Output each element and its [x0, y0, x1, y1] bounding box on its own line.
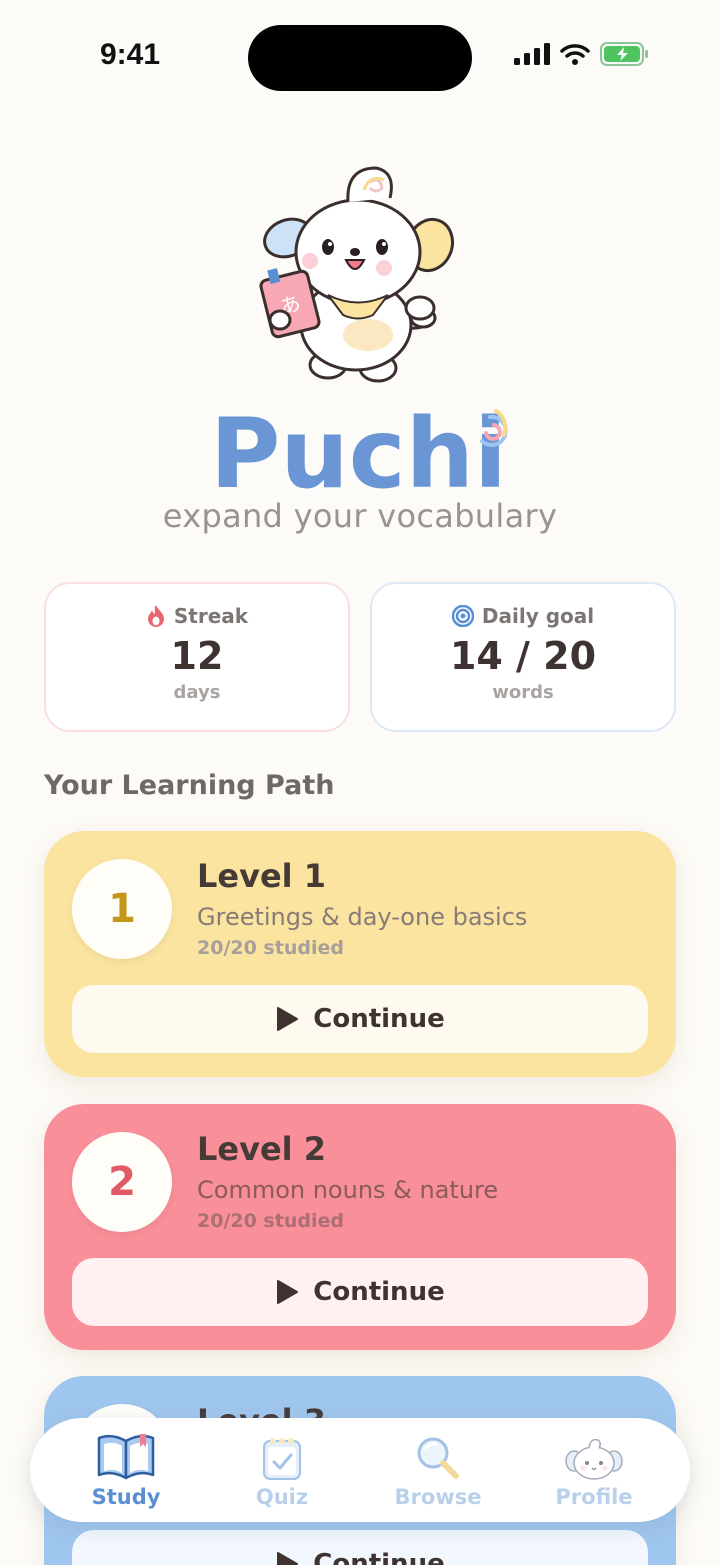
logo-text: Puchi [210, 398, 507, 505]
continue-label: Continue [313, 1277, 445, 1307]
goal-unit: words [492, 682, 554, 703]
tagline: expand your vocabulary [162, 497, 558, 535]
level-progress: 20/20 studied [197, 937, 344, 959]
level-number-badge: 1 [72, 859, 172, 959]
tab-study[interactable]: Study [56, 1431, 196, 1509]
play-icon [277, 1280, 299, 1304]
tab-label: Quiz [255, 1485, 309, 1509]
goal-label: Daily goal [481, 604, 595, 628]
puchi-logo: Puchi [210, 398, 508, 505]
dynamic-island [248, 25, 472, 91]
level-number-badge: 2 [72, 1132, 172, 1232]
status-time: 9:41 [100, 38, 161, 71]
daily-goal-card: Daily goal 14 / 20 words [370, 582, 676, 732]
continue-label: Continue [313, 1549, 445, 1565]
tab-profile[interactable]: Profile [524, 1431, 664, 1509]
level-description: Greetings & day-one basics [197, 903, 528, 931]
streak-unit: days [173, 682, 221, 703]
continue-button[interactable]: Continue [72, 985, 648, 1053]
level-title: Level 1 [197, 857, 327, 895]
tab-label: Browse [394, 1485, 482, 1509]
continue-label: Continue [313, 1004, 445, 1034]
clipboard-check-icon [263, 1438, 301, 1480]
battery-charging-icon [600, 42, 648, 66]
tab-browse[interactable]: Browse [368, 1431, 508, 1509]
puppy-mascot: あ [259, 166, 455, 383]
level-description: Common nouns & nature [197, 1176, 499, 1204]
cellular-signal-icon [514, 43, 550, 65]
tab-label: Study [91, 1485, 161, 1509]
streak-card: Streak 12 days [44, 582, 350, 732]
tab-quiz[interactable]: Quiz [212, 1431, 352, 1509]
bottom-tab-bar: Study Quiz Browse Profile [30, 1418, 690, 1522]
play-icon [277, 1007, 299, 1031]
level-progress: 20/20 studied [197, 1210, 344, 1232]
level-card-1[interactable]: 1 Level 1 Greetings & day-one basics 20/… [44, 831, 676, 1077]
tab-label: Profile [555, 1485, 633, 1509]
puppy-avatar-icon [565, 1438, 623, 1480]
play-icon [277, 1552, 299, 1565]
magnifier-icon [417, 1437, 459, 1479]
level-card-2[interactable]: 2 Level 2 Common nouns & nature 20/20 st… [44, 1104, 676, 1350]
continue-button[interactable]: Continue [72, 1258, 648, 1326]
app-screen: 9:41 あ Puchi expand your vocabulary Stre… [0, 0, 720, 1565]
section-title: Your Learning Path [44, 770, 335, 801]
wifi-icon [560, 44, 590, 65]
open-book-icon [97, 1434, 155, 1480]
level-title: Level 2 [197, 1130, 327, 1168]
goal-value: 14 / 20 [449, 634, 597, 678]
flame-icon [147, 605, 164, 627]
streak-value: 12 [170, 634, 224, 678]
target-icon [451, 605, 474, 627]
continue-button[interactable]: Continue [72, 1530, 648, 1565]
streak-label: Streak [173, 604, 249, 628]
status-icons [514, 42, 650, 66]
